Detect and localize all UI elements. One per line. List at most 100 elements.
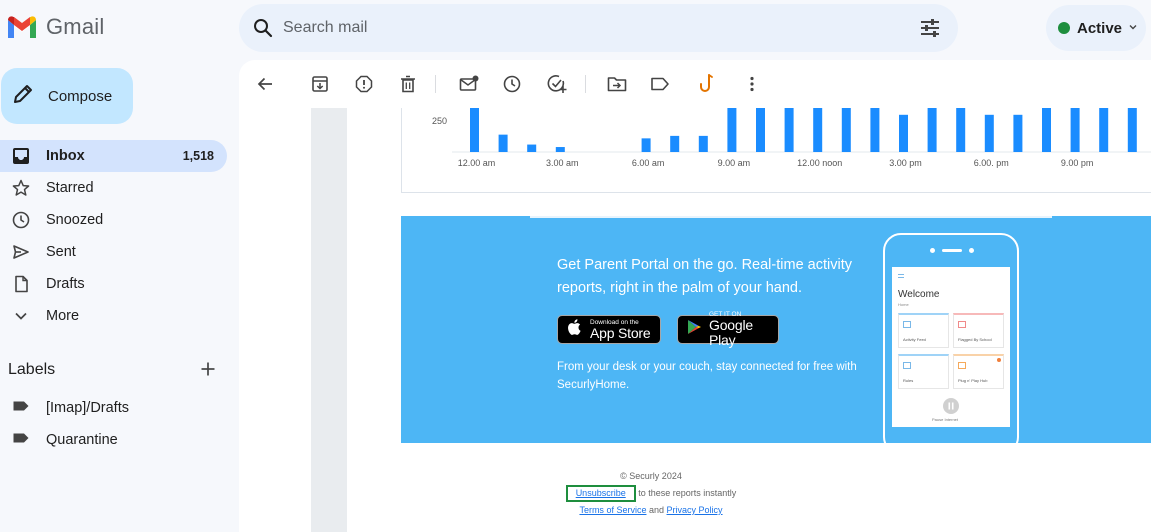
unread-count: 1,518	[182, 149, 214, 163]
x-tick-label: 9.00 pm	[1061, 158, 1094, 168]
phone-card-label: Rules	[903, 378, 914, 383]
snooze-icon[interactable]	[500, 72, 524, 96]
phone-card-label: Flagged By School	[958, 337, 992, 342]
chart-bar	[870, 108, 880, 152]
chart-bar	[1070, 108, 1080, 152]
toolbar-divider	[585, 75, 586, 93]
phone-card-label: Activity Feed	[903, 337, 926, 342]
email-margin	[311, 108, 347, 532]
pause-icon	[943, 398, 959, 414]
sidebar-item-label: More	[46, 308, 80, 324]
unsubscribe-link[interactable]: Unsubscribe	[576, 488, 626, 498]
file-icon	[12, 275, 30, 293]
x-tick-label: 6.00. pm	[974, 158, 1009, 168]
chart-bar	[527, 144, 537, 152]
activity-chart-svg: 50025012.00 am3.00 am6.00 am9.00 am12.00…	[432, 108, 1151, 168]
compose-button[interactable]: Compose	[1, 68, 133, 124]
plug-icon	[958, 362, 966, 369]
promo-subtext: From your desk or your couch, stay conne…	[557, 361, 857, 391]
sidebar-nav: Inbox 1,518 Starred Snoozed Sent Drafts …	[0, 140, 227, 332]
toolbar-divider	[435, 75, 436, 93]
search-icon[interactable]	[253, 18, 273, 43]
phone-card-flagged: Flagged By School	[953, 313, 1004, 348]
phone-home: Home	[898, 302, 909, 307]
sidebar-item-starred[interactable]: Starred	[0, 172, 227, 204]
label-item-quarantine[interactable]: Quarantine	[0, 424, 227, 456]
app-name: Gmail	[46, 14, 105, 39]
hook-icon[interactable]	[695, 72, 719, 96]
gmail-logo[interactable]: Gmail	[6, 14, 104, 40]
app-store-text: Download on the App Store	[590, 319, 651, 341]
chart-bar	[956, 108, 966, 152]
phone-card-label: Plug n' Play Hub	[958, 378, 988, 383]
label-item-label: Quarantine	[46, 432, 118, 448]
more-vert-icon[interactable]	[740, 72, 764, 96]
google-play-big: Google Play	[709, 317, 753, 348]
pencil-icon	[12, 83, 34, 110]
back-icon[interactable]	[253, 72, 277, 96]
label-item-label: [Imap]/Drafts	[46, 400, 129, 416]
copyright-line: © Securly 2024	[401, 468, 901, 485]
sidebar-item-inbox[interactable]: Inbox 1,518	[0, 140, 227, 172]
phone-sensor	[969, 248, 974, 253]
sidebar-item-sent[interactable]: Sent	[0, 236, 227, 268]
chart-bar	[641, 138, 651, 152]
chevron-down-icon	[1128, 19, 1138, 37]
send-icon	[12, 243, 30, 261]
delete-icon[interactable]	[396, 72, 420, 96]
status-dot	[1058, 22, 1070, 34]
rules-icon	[903, 362, 911, 369]
phone-speaker	[942, 249, 962, 252]
message-toolbar	[239, 60, 1151, 108]
legal-and: and	[648, 505, 665, 515]
phone-mockup: Welcome Home Activity Feed Flagged By Sc…	[883, 233, 1019, 443]
chevron-down-icon	[12, 307, 30, 325]
chart-bar	[698, 135, 708, 152]
sidebar-item-more[interactable]: More	[0, 300, 227, 332]
mark-unread-icon[interactable]	[457, 72, 481, 96]
activity-chart: 50025012.00 am3.00 am6.00 am9.00 am12.00…	[401, 108, 1151, 193]
add-task-icon[interactable]	[545, 72, 569, 96]
search-bar[interactable]	[239, 4, 958, 52]
terms-link[interactable]: Terms of Service	[579, 505, 646, 515]
promo-divider	[530, 216, 1052, 218]
label-item-imap-drafts[interactable]: [Imap]/Drafts	[0, 392, 227, 424]
label-icon	[12, 429, 30, 452]
chart-bar	[984, 114, 994, 152]
gmail-m-icon	[8, 16, 36, 38]
chart-bar	[1099, 108, 1109, 152]
apple-icon	[567, 318, 583, 341]
chart-bar	[555, 147, 565, 152]
menu-icon	[898, 274, 904, 278]
star-icon	[12, 179, 30, 197]
app-store-button[interactable]: Download on the App Store	[557, 315, 661, 344]
chart-bar	[784, 108, 794, 152]
app-store-big: App Store	[590, 324, 651, 341]
status-label: Active	[1077, 19, 1123, 37]
sidebar-item-label: Inbox	[46, 148, 85, 164]
x-tick-label: 6.00 am	[632, 158, 665, 168]
status-button[interactable]: Active	[1046, 5, 1146, 51]
phone-camera	[930, 248, 935, 253]
x-tick-label: 3.00 am	[546, 158, 579, 168]
chart-bar	[841, 108, 851, 152]
promo-headline: Get Parent Portal on the go. Real-time a…	[557, 257, 852, 296]
plus-icon[interactable]	[200, 361, 216, 382]
privacy-link[interactable]: Privacy Policy	[667, 505, 723, 515]
report-spam-icon[interactable]	[352, 72, 376, 96]
chart-bar	[470, 108, 479, 152]
clock-icon	[12, 211, 30, 229]
sidebar-item-drafts[interactable]: Drafts	[0, 268, 227, 300]
sidebar-item-label: Starred	[46, 180, 94, 196]
sidebar-item-label: Snoozed	[46, 212, 104, 228]
move-to-icon[interactable]	[605, 72, 629, 96]
search-input[interactable]	[283, 14, 883, 42]
tune-icon[interactable]	[920, 18, 940, 43]
sidebar-item-snoozed[interactable]: Snoozed	[0, 204, 227, 236]
label-icon[interactable]	[648, 72, 672, 96]
archive-icon[interactable]	[308, 72, 332, 96]
notification-dot	[997, 358, 1001, 362]
sidebar-item-label: Drafts	[46, 276, 85, 292]
chart-bar	[727, 108, 737, 152]
google-play-button[interactable]: GET IT ON Google Play	[677, 311, 779, 348]
